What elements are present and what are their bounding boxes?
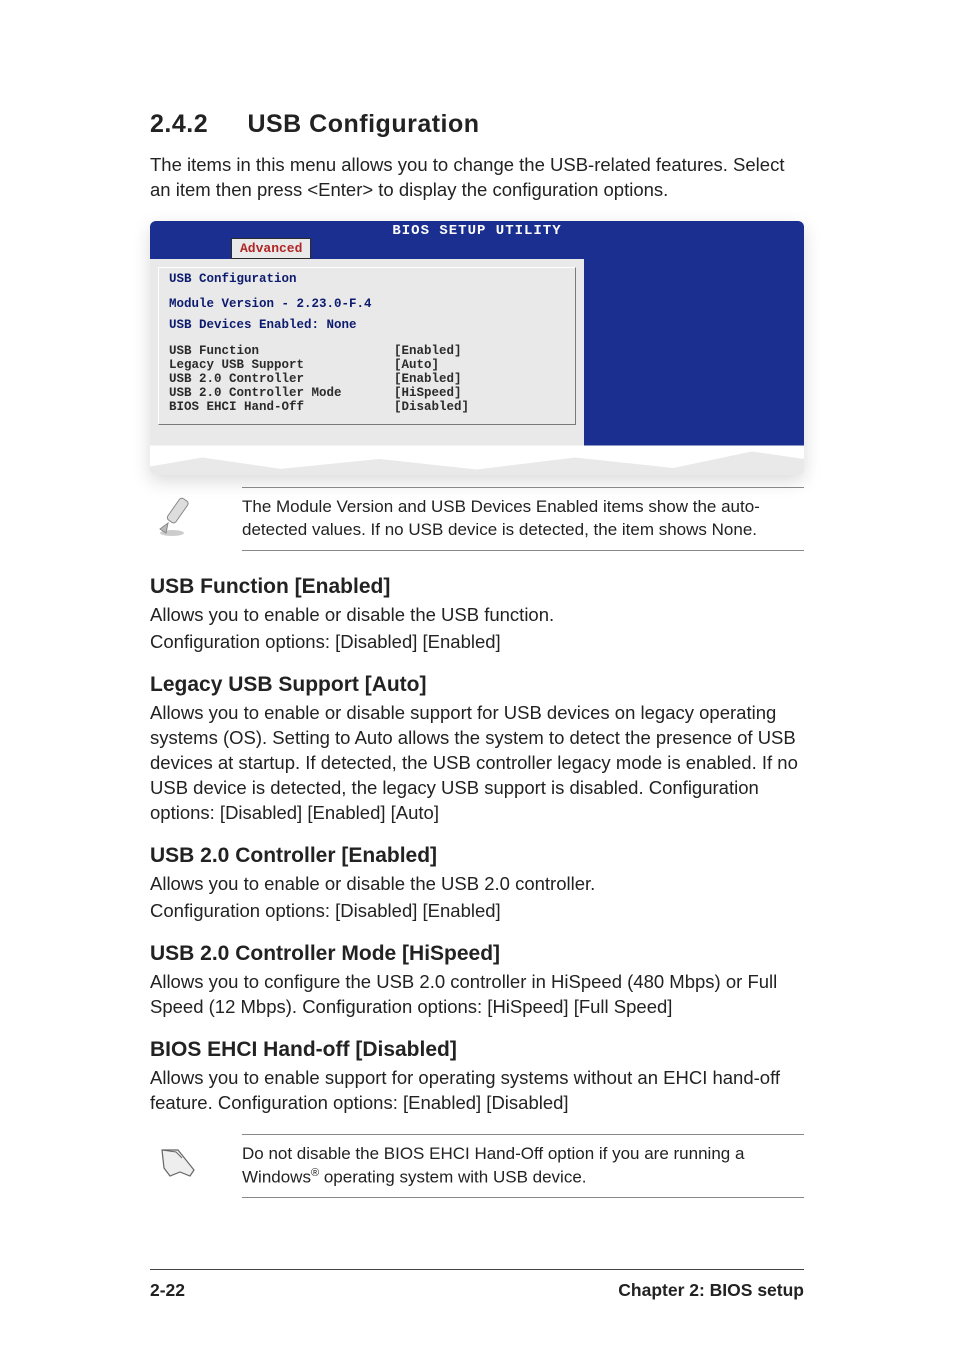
- item-paragraph: Configuration options: [Disabled] [Enabl…: [150, 630, 804, 655]
- bios-tabs: Advanced: [150, 239, 804, 259]
- bios-info-line: USB Devices Enabled: None: [169, 315, 565, 336]
- bios-value: [Enabled]: [394, 344, 462, 358]
- bios-label: USB 2.0 Controller: [169, 372, 394, 386]
- bios-row[interactable]: USB Function [Enabled]: [169, 344, 565, 358]
- chapter-label: Chapter 2: BIOS setup: [618, 1280, 804, 1301]
- caution-text: Do not disable the BIOS EHCI Hand-Off op…: [242, 1134, 804, 1199]
- item-paragraph: Configuration options: [Disabled] [Enabl…: [150, 899, 804, 924]
- bios-title: BIOS SETUP UTILITY: [150, 221, 804, 239]
- note-text: The Module Version and USB Devices Enabl…: [242, 487, 804, 551]
- bios-row[interactable]: USB 2.0 Controller [Enabled]: [169, 372, 565, 386]
- bios-value: [Disabled]: [394, 400, 469, 414]
- section-heading: 2.4.2 USB Configuration: [150, 110, 804, 139]
- page-footer: 2-22 Chapter 2: BIOS setup: [150, 1269, 804, 1301]
- item-heading: USB Function [Enabled]: [150, 575, 804, 599]
- bios-row[interactable]: USB 2.0 Controller Mode [HiSpeed]: [169, 386, 565, 400]
- item-heading: Legacy USB Support [Auto]: [150, 673, 804, 697]
- bios-tab-advanced[interactable]: Advanced: [232, 239, 310, 258]
- bios-help-pane: [584, 259, 804, 448]
- bios-section-title: USB Configuration: [169, 270, 565, 294]
- pointing-hand-icon: [156, 1134, 216, 1193]
- pencil-note-icon: [156, 487, 216, 546]
- bios-label: Legacy USB Support: [169, 358, 394, 372]
- bios-row[interactable]: BIOS EHCI Hand-Off [Disabled]: [169, 400, 565, 414]
- bios-torn-edge: [150, 445, 804, 475]
- item-heading: USB 2.0 Controller Mode [HiSpeed]: [150, 942, 804, 966]
- bios-label: USB Function: [169, 344, 394, 358]
- registered-mark: ®: [311, 1167, 319, 1179]
- bios-info-line: Module Version - 2.23.0-F.4: [169, 294, 565, 315]
- section-number: 2.4.2: [150, 110, 240, 139]
- item-heading: BIOS EHCI Hand-off [Disabled]: [150, 1038, 804, 1062]
- item-paragraph: Allows you to enable or disable the USB …: [150, 603, 804, 628]
- item-paragraph: Allows you to configure the USB 2.0 cont…: [150, 970, 804, 1020]
- page-number: 2-22: [150, 1280, 185, 1301]
- item-heading: USB 2.0 Controller [Enabled]: [150, 844, 804, 868]
- bios-value: [Auto]: [394, 358, 439, 372]
- item-paragraph: Allows you to enable or disable support …: [150, 701, 804, 826]
- bios-value: [HiSpeed]: [394, 386, 462, 400]
- item-paragraph: Allows you to enable support for operati…: [150, 1066, 804, 1116]
- caution-block: Do not disable the BIOS EHCI Hand-Off op…: [156, 1134, 804, 1199]
- bios-label: BIOS EHCI Hand-Off: [169, 400, 394, 414]
- section-title: USB Configuration: [247, 110, 479, 138]
- section-intro: The items in this menu allows you to cha…: [150, 153, 804, 203]
- note-block: The Module Version and USB Devices Enabl…: [156, 487, 804, 551]
- bios-row[interactable]: Legacy USB Support [Auto]: [169, 358, 565, 372]
- bios-value: [Enabled]: [394, 372, 462, 386]
- bios-panel: BIOS SETUP UTILITY Advanced USB Configur…: [150, 221, 804, 476]
- item-paragraph: Allows you to enable or disable the USB …: [150, 872, 804, 897]
- bios-label: USB 2.0 Controller Mode: [169, 386, 394, 400]
